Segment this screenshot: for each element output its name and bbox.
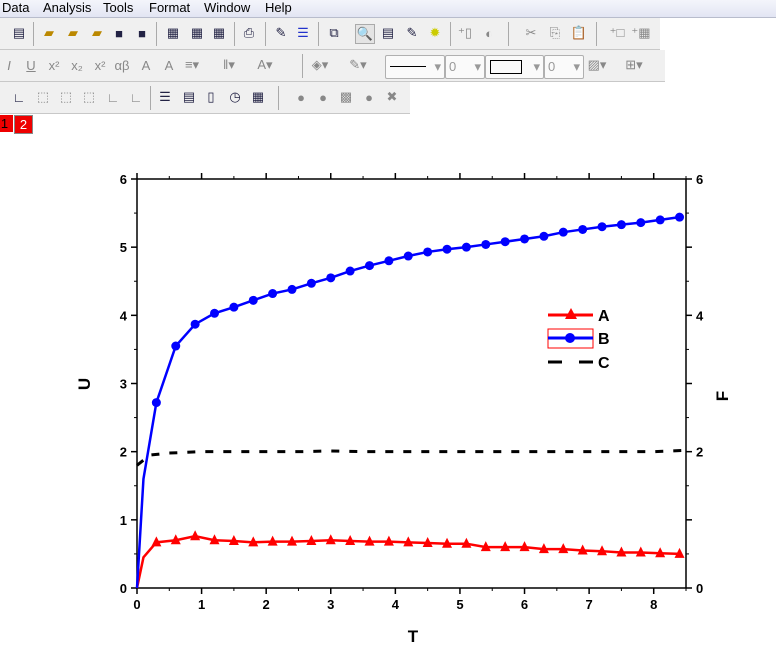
y-tick-label: 1 [120, 513, 127, 528]
series-a-point [190, 530, 201, 541]
x-tick-label: 3 [327, 597, 334, 612]
legend-label-c: C [598, 355, 610, 372]
series-b-point [558, 227, 568, 237]
series-b-point [268, 289, 278, 299]
x-axis-label: T [408, 627, 419, 646]
x-tick-label: 1 [198, 597, 205, 612]
x-tick-label: 4 [392, 597, 400, 612]
y-tick-label: 3 [120, 377, 127, 392]
series-b-point [461, 242, 471, 252]
series-b-point [520, 234, 530, 244]
series-b-point [210, 308, 220, 318]
y2-tick-label: 6 [696, 172, 703, 187]
x-tick-label: 2 [263, 597, 270, 612]
y-tick-label: 5 [120, 240, 127, 255]
series-b-point [636, 218, 646, 228]
series-b-point [655, 215, 665, 225]
series-b-point [539, 231, 549, 241]
plot-frame [136, 178, 687, 589]
series-c-line [136, 448, 687, 467]
series-b-point [287, 284, 297, 294]
x-tick-label: 8 [650, 597, 657, 612]
y-tick-label: 0 [120, 581, 127, 596]
y2-tick-label: 2 [696, 445, 703, 460]
y2-tick-label: 4 [696, 308, 704, 323]
series-b-point [423, 247, 433, 257]
series-b-point [597, 222, 607, 232]
legend-label-b: B [598, 331, 610, 348]
x-tick-label: 6 [521, 597, 528, 612]
series-b-point [384, 256, 394, 266]
y2-tick-label: 0 [696, 581, 703, 596]
series-b-point [403, 251, 413, 261]
series-b-point [190, 319, 200, 329]
x-tick-label: 7 [586, 597, 593, 612]
legend-label-a: A [598, 308, 610, 325]
y-tick-label: 6 [120, 172, 127, 187]
series-b-point [326, 273, 336, 283]
y-axis-label: U [75, 378, 94, 390]
y-tick-label: 4 [120, 308, 128, 323]
x-tick-label: 0 [133, 597, 140, 612]
x-tick-label: 5 [456, 597, 463, 612]
legend[interactable]: A B C [547, 308, 610, 372]
y-tick-label: 2 [120, 445, 127, 460]
series-b-point [442, 244, 452, 254]
legend-marker-b [565, 333, 575, 343]
series-b-point [171, 341, 181, 351]
series-b-point [151, 398, 161, 408]
y2-axis-label: F [713, 391, 732, 401]
series-b-point [578, 224, 588, 234]
series-b-point [616, 220, 626, 230]
graph: 0 1 2 3 4 5 6 7 8 0 1 2 3 4 5 6 0 2 4 6 T U F A B C [75, 172, 732, 646]
series-b-point [675, 212, 685, 222]
series-b-point [345, 266, 355, 276]
series-b-point [306, 278, 316, 288]
series-b-point [229, 302, 239, 312]
series-b-line [135, 215, 680, 589]
series-b-point [365, 261, 375, 271]
series-b-point [500, 237, 510, 247]
series-b-point [481, 239, 491, 249]
series-b-point [248, 295, 258, 305]
